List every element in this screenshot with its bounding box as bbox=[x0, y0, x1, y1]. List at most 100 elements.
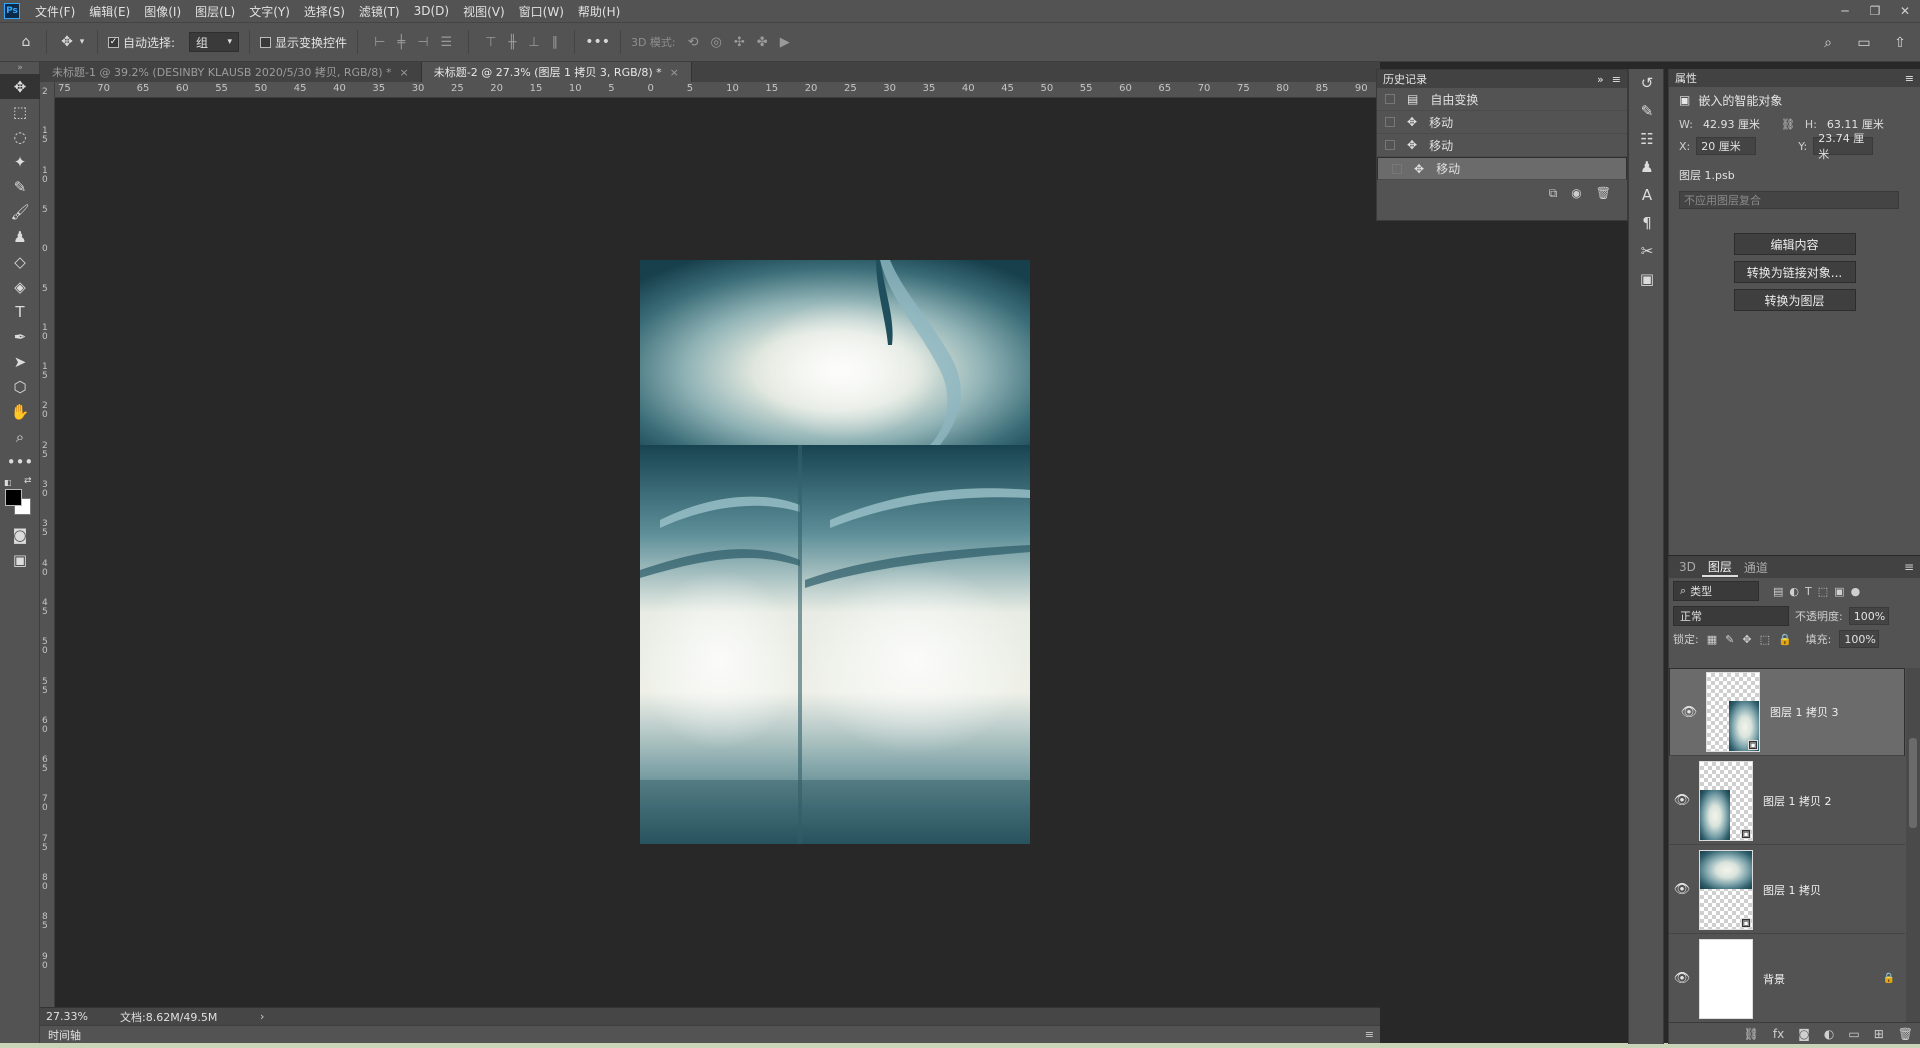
new-layer-icon[interactable]: ⊞ bbox=[1874, 1027, 1884, 1041]
fx-icon[interactable]: fx bbox=[1773, 1027, 1784, 1041]
workspace-icon[interactable]: ▭ bbox=[1854, 31, 1874, 55]
marquee-tool-icon[interactable]: ⬚ bbox=[0, 99, 40, 124]
history-panel-icon[interactable]: ↺ bbox=[1629, 69, 1665, 97]
menu-image[interactable]: 图像(I) bbox=[137, 3, 188, 20]
auto-select-checkbox[interactable]: ✓ bbox=[108, 36, 119, 48]
eraser-tool-icon[interactable]: ◇ bbox=[0, 249, 40, 274]
history-item[interactable]: ▤ 自由变换 bbox=[1377, 88, 1627, 111]
zoom-level[interactable]: 27.33% bbox=[40, 1010, 120, 1023]
libraries-icon[interactable]: ▣ bbox=[1629, 265, 1665, 293]
align-middle-v-icon[interactable]: ╫ bbox=[509, 35, 517, 50]
filter-shape-icon[interactable]: ⬚ bbox=[1818, 585, 1828, 598]
x-field[interactable]: 20 厘米 bbox=[1696, 137, 1757, 155]
move-tool-icon[interactable]: ✥ bbox=[0, 74, 40, 99]
minimize-icon[interactable]: ─ bbox=[1830, 0, 1860, 22]
link-layers-icon[interactable]: ⛓ bbox=[1744, 1027, 1759, 1041]
layer-name[interactable]: 图层 1 拷贝 2 bbox=[1763, 793, 1832, 809]
y-field[interactable]: 23.74 厘米 bbox=[1813, 132, 1874, 161]
width-field[interactable]: 42.93 厘米 bbox=[1699, 115, 1771, 133]
tab-layers[interactable]: 图层 bbox=[1701, 557, 1738, 577]
align-center-h-icon[interactable]: ╪ bbox=[397, 35, 405, 50]
link-icon[interactable]: ⛓ bbox=[1781, 118, 1795, 131]
home-icon[interactable]: ⌂ bbox=[16, 30, 36, 54]
tab-3d[interactable]: 3D bbox=[1673, 557, 1702, 577]
character-icon[interactable]: A bbox=[1629, 181, 1665, 209]
shape-tool-icon[interactable]: ⬡ bbox=[0, 374, 40, 399]
history-item[interactable]: ✥ 移动 bbox=[1377, 134, 1627, 157]
panel-menu-icon[interactable]: ≡ bbox=[1904, 560, 1914, 574]
adjustments-icon[interactable]: ☷ bbox=[1629, 125, 1665, 153]
clone-source-icon[interactable]: ♟ bbox=[1629, 153, 1665, 181]
panel-menu-icon[interactable]: ≡ bbox=[1905, 72, 1914, 85]
close-icon[interactable]: × bbox=[670, 66, 679, 79]
eye-icon[interactable]: 👁 bbox=[1669, 793, 1695, 808]
distribute-v-icon[interactable]: ∥ bbox=[552, 35, 559, 50]
layer-comp-dropdown[interactable]: 不应用图层复合 bbox=[1679, 191, 1899, 209]
filter-adjust-icon[interactable]: ◐ bbox=[1789, 585, 1799, 598]
screen-mode-icon[interactable]: ▣ bbox=[0, 547, 40, 572]
eye-icon[interactable]: 👁 bbox=[1676, 705, 1702, 720]
menu-window[interactable]: 窗口(W) bbox=[512, 3, 571, 20]
align-bottom-icon[interactable]: ⊥ bbox=[528, 35, 539, 50]
menu-filter[interactable]: 滤镜(T) bbox=[352, 3, 407, 20]
close-icon[interactable]: ✕ bbox=[1890, 0, 1920, 22]
menu-type[interactable]: 文字(Y) bbox=[242, 3, 297, 20]
more-tools-icon[interactable]: ••• bbox=[0, 449, 40, 474]
lock-position-icon[interactable]: ✥ bbox=[1742, 633, 1751, 646]
edit-contents-button[interactable]: 编辑内容 bbox=[1733, 233, 1856, 255]
convert-to-layers-button[interactable]: 转换为图层 bbox=[1733, 289, 1856, 311]
history-checkbox[interactable] bbox=[1385, 117, 1395, 127]
menu-help[interactable]: 帮助(H) bbox=[571, 3, 627, 20]
layer-name[interactable]: 图层 1 拷贝 3 bbox=[1770, 704, 1839, 720]
document-canvas[interactable] bbox=[640, 260, 1030, 844]
magic-wand-icon[interactable]: ✦ bbox=[0, 149, 40, 174]
history-checkbox[interactable] bbox=[1385, 140, 1395, 150]
3d-roll-icon[interactable]: ◎ bbox=[711, 35, 722, 50]
menu-layer[interactable]: 图层(L) bbox=[188, 3, 242, 20]
distribute-h-icon[interactable]: ☰ bbox=[441, 35, 453, 50]
fill-field[interactable]: 100% bbox=[1839, 630, 1880, 648]
history-checkbox[interactable] bbox=[1392, 163, 1402, 174]
tool-presets-icon[interactable]: ✂ bbox=[1629, 237, 1665, 265]
new-document-icon[interactable]: ⧉ bbox=[1549, 186, 1558, 201]
chevron-right-icon[interactable]: › bbox=[260, 1010, 264, 1023]
blend-mode-dropdown[interactable]: 正常 bbox=[1673, 606, 1789, 626]
path-select-icon[interactable]: ➤ bbox=[0, 349, 40, 374]
expand-icon[interactable]: » bbox=[1597, 73, 1604, 86]
stamp-tool-icon[interactable]: ♟ bbox=[0, 224, 40, 249]
lock-all-icon[interactable]: 🔒 bbox=[1778, 633, 1792, 646]
align-right-icon[interactable]: ⊣ bbox=[417, 35, 428, 50]
restore-icon[interactable]: ❐ bbox=[1860, 0, 1890, 22]
share-icon[interactable]: ⇧ bbox=[1890, 31, 1910, 55]
paint-bucket-icon[interactable]: ◈ bbox=[0, 274, 40, 299]
swap-colors-icon[interactable]: ⇄ bbox=[24, 476, 32, 486]
panel-menu-icon[interactable]: ≡ bbox=[1612, 73, 1621, 86]
zoom-tool-icon[interactable]: ⌕ bbox=[0, 424, 40, 449]
layer-filter-dropdown[interactable]: ⌕ 类型 bbox=[1673, 581, 1759, 601]
history-title[interactable]: 历史记录 bbox=[1383, 71, 1427, 87]
filter-pixel-icon[interactable]: ▤ bbox=[1773, 585, 1783, 598]
3d-camera-icon[interactable]: ▶ bbox=[780, 35, 790, 50]
history-item[interactable]: ✥ 移动 bbox=[1377, 111, 1627, 134]
filter-type-icon[interactable]: T bbox=[1805, 585, 1812, 598]
close-icon[interactable]: × bbox=[400, 66, 409, 79]
eye-icon[interactable]: 👁 bbox=[1669, 971, 1695, 986]
convert-to-linked-button[interactable]: 转换为链接对象... bbox=[1733, 261, 1856, 283]
filter-toggle-icon[interactable]: ● bbox=[1851, 585, 1861, 598]
layer-row[interactable]: 👁 ▣ 图层 1 拷贝 2 bbox=[1669, 757, 1905, 845]
timeline-title[interactable]: 时间轴 bbox=[48, 1027, 81, 1043]
group-folder-icon[interactable]: ▭ bbox=[1848, 1027, 1859, 1041]
show-transform-checkbox[interactable] bbox=[260, 36, 272, 48]
menu-file[interactable]: 文件(F) bbox=[28, 3, 82, 20]
lock-transparent-icon[interactable]: ▦ bbox=[1707, 633, 1717, 646]
layer-row[interactable]: 👁 ▣ 图层 1 拷贝 bbox=[1669, 846, 1905, 934]
3d-orbit-icon[interactable]: ⟲ bbox=[688, 35, 699, 50]
pen-tool-icon[interactable]: ✒ bbox=[0, 324, 40, 349]
brush-tool-icon[interactable]: 🖌 bbox=[0, 199, 40, 224]
paragraph-icon[interactable]: ¶ bbox=[1629, 209, 1665, 237]
tab-channels[interactable]: 通道 bbox=[1738, 557, 1774, 577]
canvas-area[interactable] bbox=[55, 98, 1380, 1007]
align-top-icon[interactable]: ⊤ bbox=[485, 35, 496, 50]
move-tool-icon[interactable]: ✥ bbox=[57, 30, 77, 54]
foreground-color-swatch[interactable] bbox=[5, 489, 22, 506]
